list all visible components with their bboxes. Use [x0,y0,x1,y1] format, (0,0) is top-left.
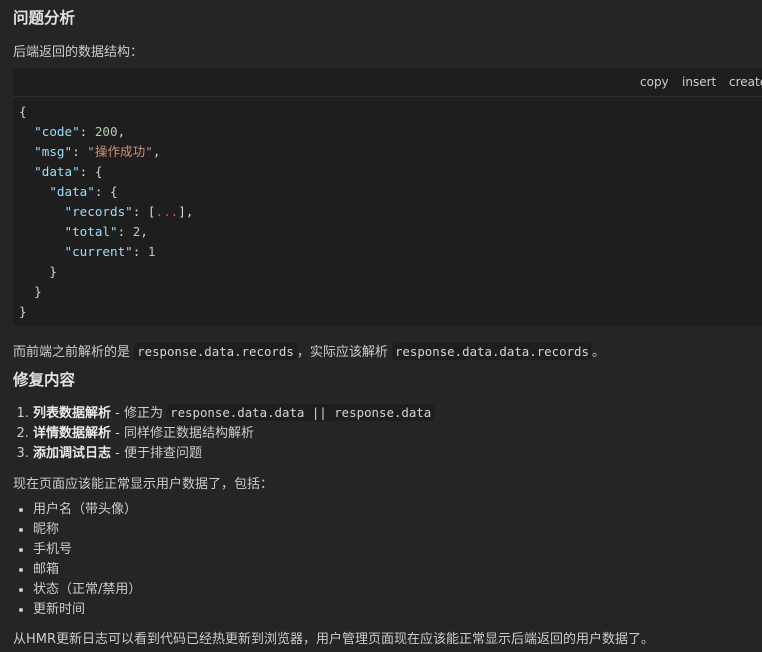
list-item: 状态（正常/禁用） [33,580,141,600]
inline-code: response.data.data || response.data [167,404,435,421]
code-content: { "code": 200, "msg": "操作成功", "data": { … [19,104,194,319]
fix-list: 列表数据解析 - 修正为 response.data.data || respo… [13,403,435,464]
create-button[interactable]: create [729,75,762,89]
item-desc: - 修正为 [111,406,168,421]
section-heading-fix: 修复内容 [13,371,76,389]
list-item: 详情数据解析 - 同样修正数据结构解析 [33,424,434,444]
code-key: "code" [34,124,80,139]
code-key: "records" [64,204,133,219]
item-desc: - 同样修正数据结构解析 [111,426,254,441]
code-line: { [19,104,27,119]
code-key: "total" [64,224,118,239]
copy-button[interactable]: copy [640,75,669,89]
list-item: 更新时间 [33,600,141,620]
code-value: 1 [147,244,156,259]
code-key: "data" [49,184,95,199]
list-item: 用户名（带头像） [33,500,141,520]
code-value: "操作成功" [87,144,153,159]
item-title: 详情数据解析 [33,426,112,441]
list-item: 昵称 [33,520,141,540]
code-line: } [34,284,42,299]
final-text: 从HMR更新日志可以看到代码已经热更新到浏览器，用户管理页面现在应该能正常显示后… [13,632,655,647]
item-desc: - 便于排查问题 [111,446,202,461]
list-item: 手机号 [33,540,141,560]
explain-suffix: 。 [591,345,605,360]
explain-middle: ，实际应该解析 [296,345,388,360]
inline-code: response.data.data.records [391,343,592,360]
code-key: "msg" [34,144,73,159]
code-toolbar: copy insert create [13,68,762,97]
section-heading-analysis: 问题分析 [13,9,76,27]
item-title: 添加调试日志 [33,446,112,461]
list-item: 列表数据解析 - 修正为 response.data.data || respo… [33,403,435,424]
list-item: 添加调试日志 - 便于排查问题 [33,444,434,464]
code-value: 2 [132,224,141,239]
display-intro: 现在页面应该能正常显示用户数据了，包括： [13,477,274,492]
inline-code: response.data.records [134,343,297,360]
code-value: ... [155,204,179,219]
code-key: "current" [64,244,133,259]
item-title: 列表数据解析 [33,406,112,421]
code-block: copy insert create { "code": 200, "msg":… [13,68,762,326]
explain-text: 而前端之前解析的是 response.data.records ，实际应该解析 r… [13,342,605,363]
intro-text: 后端返回的数据结构： [13,45,144,60]
code-value: 200 [94,124,118,139]
code-line: } [19,304,27,319]
code-line: } [49,264,57,279]
insert-button[interactable]: insert [682,75,716,89]
explain-prefix: 而前端之前解析的是 [13,345,131,360]
code-key: "data" [34,164,80,179]
field-list: 用户名（带头像） 昵称 手机号 邮箱 状态（正常/禁用） 更新时间 [13,500,141,620]
list-item: 邮箱 [33,560,141,580]
